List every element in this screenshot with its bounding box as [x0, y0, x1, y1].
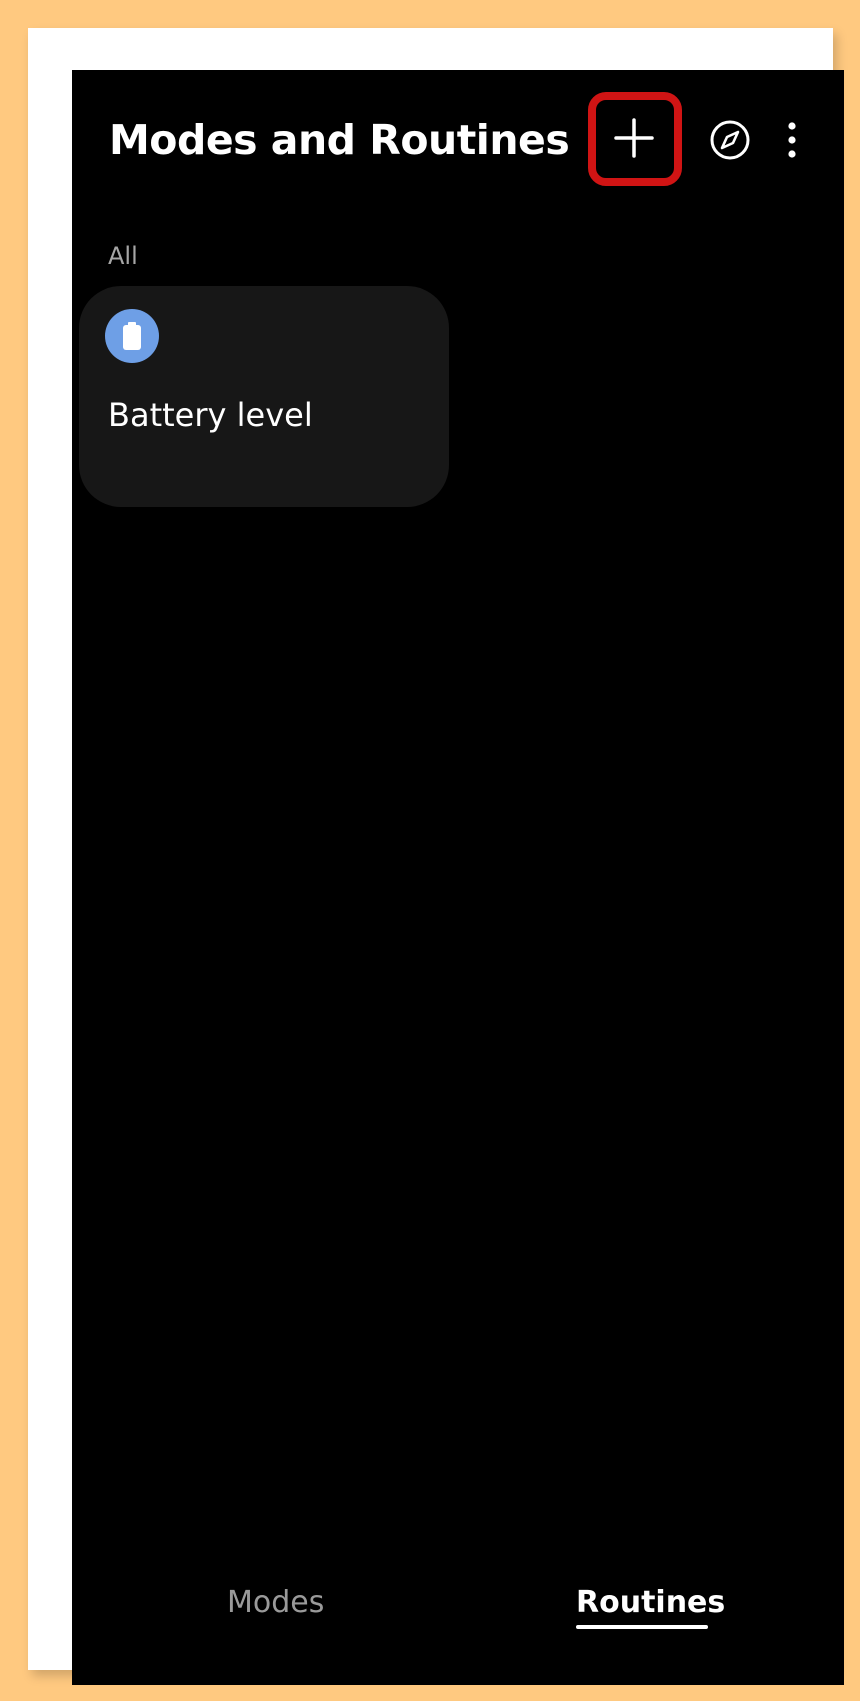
routine-icon-badge — [105, 309, 159, 363]
routine-title: Battery level — [108, 396, 313, 434]
tab-routines[interactable]: Routines — [576, 1585, 725, 1620]
more-vertical-icon — [788, 122, 796, 158]
page-title: Modes and Routines — [109, 116, 570, 164]
routine-card-battery-level[interactable]: Battery level — [79, 286, 449, 507]
app-screen: Modes and Routines All Battery level Mod… — [72, 70, 844, 1685]
tab-modes[interactable]: Modes — [227, 1585, 324, 1620]
screenshot-frame: Modes and Routines All Battery level Mod… — [28, 28, 844, 1685]
plus-icon — [614, 118, 654, 158]
discover-button[interactable] — [702, 112, 758, 168]
tab-selected-indicator — [576, 1625, 708, 1629]
battery-icon — [123, 322, 141, 350]
section-label-all: All — [108, 242, 138, 270]
more-options-button[interactable] — [764, 112, 820, 168]
add-routine-button[interactable] — [588, 92, 680, 184]
compass-icon — [710, 120, 750, 160]
